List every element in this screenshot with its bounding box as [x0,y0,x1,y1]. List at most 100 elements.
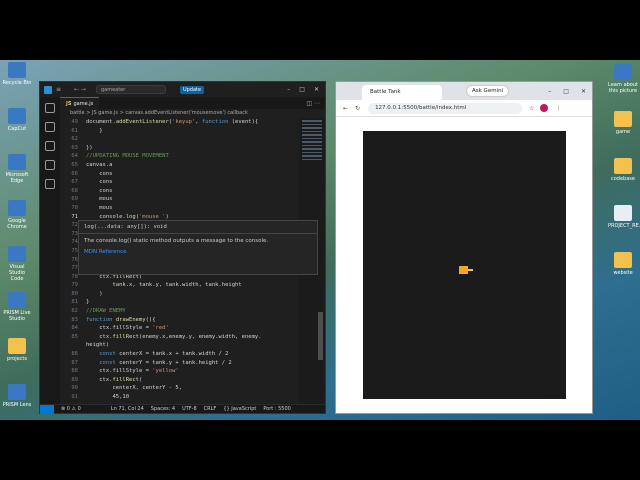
encoding[interactable]: UTF-8 [182,406,197,412]
code-line[interactable]: 88 ctx.fillStyle = 'yellow' [60,367,315,376]
back-icon[interactable]: ← [343,105,348,112]
code-line[interactable]: 65 canvas.a [60,161,315,170]
reload-icon[interactable]: ↻ [355,105,360,112]
code-line[interactable]: 83 function drawEnemy(){ [60,316,315,325]
code-line[interactable]: 87 const centerY = tank.y + tank.height … [60,359,315,368]
browser-minimize-icon[interactable]: – [548,88,551,95]
desktop-icon[interactable]: projects [2,338,32,362]
code-text: const centerX = tank.x + tank.width / 2 [99,351,229,358]
profile-avatar[interactable] [540,104,549,112]
maximize-icon[interactable]: □ [299,86,305,93]
browser-menu-icon[interactable]: ⋮ [555,105,561,112]
update-button[interactable]: Update [179,85,205,94]
app-icon [8,292,26,308]
source-control-icon[interactable] [45,141,55,151]
code-line[interactable]: 68 cons [60,187,315,196]
desktop-icon-label: codebase [611,176,635,182]
code-line[interactable]: 91 45,10 [60,393,315,402]
code-line[interactable]: 64 //UPDATING MOUSE MOVEMENT [60,152,315,161]
code-line[interactable]: 69 mous [60,195,315,204]
code-line[interactable]: 86 const centerX = tank.x + tank.width /… [60,350,315,359]
line-number: 64 [71,153,78,160]
tab-game-js[interactable]: JS game.js [60,97,100,109]
line-number: 83 [71,316,78,323]
desktop-icon-label: Visual Studio Code [9,264,25,282]
explorer-icon[interactable] [45,103,55,113]
desktop-icon[interactable]: codebase [608,158,638,182]
desktop-icon[interactable]: PRISM Lens [2,384,32,408]
desktop-icon[interactable]: Google Chrome [2,200,32,230]
code-line[interactable]: 84 ctx.fillStyle = 'red' [60,324,315,333]
search-icon[interactable] [45,122,55,132]
code-line[interactable]: 85 ctx.fillRect(enemy.x,enemy.y, enemy.w… [60,333,315,342]
command-search[interactable]: gameater [95,85,166,94]
code-text: canvas.a [86,161,113,168]
problems-count[interactable]: ⊗ 0 ⚠ 0 [61,406,81,412]
tooltip-signature: log(...data: any[]): void [79,221,317,234]
browser-maximize-icon[interactable]: □ [563,88,569,95]
code-line[interactable]: 81} [60,298,315,307]
cursor-position[interactable]: Ln 71, Col 24 [111,406,144,412]
remote-icon[interactable] [40,404,54,414]
ask-gemini-button[interactable]: Ask Gemini [466,85,510,97]
code-line[interactable]: 82 //DRAW ENEMY [60,307,315,316]
code-line[interactable]: height) [60,341,315,350]
tab-battle-tank[interactable]: Battle Tank [362,85,442,100]
folder-icon [614,252,632,268]
tab-actions-icon[interactable]: ◫ ⋯ [306,100,325,107]
language-mode[interactable]: {} JavaScript [223,406,256,412]
code-text: cons [86,179,113,186]
code-line[interactable]: 49 document.addEventListener('keyup', fun… [60,118,315,127]
code-line[interactable]: 67 cons [60,178,315,187]
address-bar[interactable]: 127.0.0.1:5500/battle/index.html [368,102,523,114]
live-server-port[interactable]: Port : 5500 [263,406,291,412]
app-icon [8,200,26,216]
mdn-reference-link[interactable]: MDN Reference [79,249,317,255]
line-ending[interactable]: CRLF [204,406,217,412]
code-text: tank.x, tank.y, tank.width, tank.height [86,282,242,289]
minimize-icon[interactable]: – [287,86,290,93]
letterbox-bottom [0,420,640,480]
code-line[interactable]: 63}) [60,144,315,153]
folder-icon [614,158,632,174]
code-text: ctx.fillStyle = 'red' [86,325,169,332]
close-icon[interactable]: ✕ [314,86,319,93]
code-line[interactable]: 61 } [60,127,315,136]
code-line[interactable]: 89 ctx.fillRect( [60,376,315,385]
desktop-icon[interactable]: game [608,111,638,135]
line-number [60,341,86,350]
browser-close-icon[interactable]: ✕ [581,88,586,95]
code-text: mous [86,196,113,203]
desktop-icon[interactable]: Learn about this picture [608,64,638,94]
run-debug-icon[interactable] [45,160,55,170]
code-line[interactable]: 62 [60,135,315,144]
code-line[interactable]: 66 cons [60,170,315,179]
desktop-icon-label: Google Chrome [7,218,27,230]
indentation[interactable]: Spaces: 4 [151,406,175,412]
menu-icon[interactable]: ≡ [56,86,68,93]
bookmark-star-icon[interactable]: ☆ [529,105,534,112]
extensions-icon[interactable] [45,179,55,189]
code-line[interactable]: 90 centerX, centerY - 5, [60,384,315,393]
desktop-icon[interactable]: Microsoft Edge [2,154,32,184]
app-icon [8,62,26,78]
desktop-icon-label: Learn about this picture [608,82,638,94]
game-canvas[interactable] [363,131,566,399]
line-number: 79 [71,282,78,289]
code-line[interactable]: 80 ) [60,290,315,299]
desktop-icon[interactable]: PRISM Live Studio [2,292,32,322]
desktop-icon[interactable]: website [608,252,638,276]
code-text: ctx.fillRect(enemy.x,enemy.y, enemy.widt… [86,333,262,340]
code-line[interactable]: 70 mous [60,204,315,213]
desktop-icon[interactable]: Recycle Bin [2,62,32,86]
nav-arrows-icon[interactable]: ← → [74,86,86,93]
desktop-icon-label: CapCut [7,126,27,132]
editor-scrollbar[interactable] [318,312,323,360]
code-text: document.addEventListener('keyup', funct… [86,119,259,125]
desktop-icon[interactable]: PROJECT_RE... [608,205,640,229]
code-line[interactable]: 79 tank.x, tank.y, tank.width, tank.heig… [60,281,315,290]
breadcrumb[interactable]: battle > JS game.js > canvas.addEventLis… [60,109,325,118]
code-text: //DRAW ENEMY [86,308,126,315]
desktop-icon[interactable]: CapCut [2,108,32,132]
desktop-icon[interactable]: Visual Studio Code [2,246,32,282]
